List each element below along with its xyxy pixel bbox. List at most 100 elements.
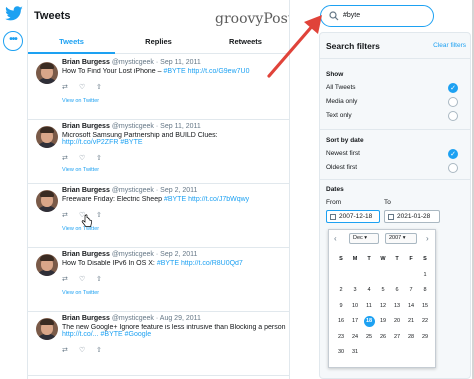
author-name[interactable]: Brian Burgess xyxy=(62,187,110,194)
year-select[interactable]: 2007 ▾ xyxy=(385,233,417,244)
hashtag-link[interactable]: #BYTE xyxy=(164,196,186,203)
hashtag-link[interactable]: #BYTE xyxy=(163,68,185,75)
calendar-day[interactable]: 22 xyxy=(418,314,432,330)
tweet-item[interactable]: Brian Burgess @mysticgeek · Sep 11, 2011… xyxy=(28,56,289,120)
view-on-twitter-link[interactable]: View on Twitter xyxy=(62,290,99,296)
tweet-date[interactable]: · Sep 11, 2011 xyxy=(156,123,201,130)
calendar-day[interactable]: 9 xyxy=(334,299,348,315)
tweet-item[interactable]: Brian Burgess @mysticgeek · Sep 2, 2011 … xyxy=(28,184,289,248)
option-media-only[interactable]: Media only xyxy=(326,97,464,109)
share-icon[interactable]: ⇧ xyxy=(96,154,113,162)
calendar-day[interactable]: 19 xyxy=(376,314,390,330)
calendar-day[interactable]: 25 xyxy=(362,330,376,346)
radio-unchecked-icon[interactable] xyxy=(448,97,458,107)
tweet-link[interactable]: http://t.co/... xyxy=(62,331,99,338)
calendar-day[interactable]: 28 xyxy=(404,330,418,346)
radio-checked-icon[interactable]: ✓ xyxy=(448,149,458,159)
avatar[interactable] xyxy=(36,318,58,340)
to-date-input[interactable]: 2021-01-28 xyxy=(384,210,440,223)
calendar-day[interactable]: 5 xyxy=(376,283,390,299)
tweet-date[interactable]: · Sep 2, 2011 xyxy=(156,251,198,258)
option-text-only[interactable]: Text only xyxy=(326,111,464,123)
calendar-day[interactable]: 11 xyxy=(362,299,376,315)
calendar-day[interactable]: 30 xyxy=(334,345,348,361)
prev-month-button[interactable]: ‹ xyxy=(334,234,337,243)
month-select[interactable]: Dec ▾ xyxy=(349,233,379,244)
calendar-day[interactable]: 2 xyxy=(334,283,348,299)
hashtag-link[interactable]: #BYTE #Google xyxy=(101,331,152,338)
hashtag-link[interactable]: #BYTE xyxy=(157,260,179,267)
tweet-date[interactable]: · Aug 29, 2011 xyxy=(156,315,201,322)
radio-checked-icon[interactable]: ✓ xyxy=(448,83,458,93)
retweet-icon[interactable]: ⇄ xyxy=(62,83,79,91)
option-oldest-first[interactable]: Oldest first xyxy=(326,163,464,175)
tweet-date[interactable]: · Sep 11, 2011 xyxy=(156,59,201,66)
avatar[interactable] xyxy=(36,254,58,276)
calendar-day[interactable]: 21 xyxy=(404,314,418,330)
share-icon[interactable]: ⇧ xyxy=(96,275,113,283)
tweet-link[interactable]: http://t.co/G9ew7U0 xyxy=(188,68,250,75)
retweet-icon[interactable]: ⇄ xyxy=(62,154,79,162)
calendar-day[interactable]: 3 xyxy=(348,283,362,299)
calendar-day[interactable]: 26 xyxy=(376,330,390,346)
radio-unchecked-icon[interactable] xyxy=(448,163,458,173)
calendar-day[interactable]: 10 xyxy=(348,299,362,315)
like-icon[interactable]: ♡ xyxy=(79,275,96,283)
calendar-day[interactable]: 4 xyxy=(362,283,376,299)
author-name[interactable]: Brian Burgess xyxy=(62,59,110,66)
calendar-day[interactable]: 29 xyxy=(418,330,432,346)
from-date-input[interactable]: 2007-12-18 xyxy=(326,210,380,223)
avatar[interactable] xyxy=(36,126,58,148)
like-icon[interactable]: ♡ xyxy=(79,154,96,162)
tweet-item[interactable]: Brian Burgess @mysticgeek · Aug 29, 2011… xyxy=(28,312,289,376)
author-handle[interactable]: @mysticgeek xyxy=(112,187,154,194)
tweet-item[interactable]: Brian Burgess @mysticgeek · Sep 2, 2011 … xyxy=(28,248,289,312)
like-icon[interactable]: ♡ xyxy=(79,346,96,354)
calendar-day[interactable]: 12 xyxy=(376,299,390,315)
tweet-link[interactable]: http://t.co/R8U0Qd7 xyxy=(181,260,243,267)
share-icon[interactable]: ⇧ xyxy=(96,211,113,219)
calendar-day[interactable]: 1 xyxy=(418,268,432,284)
next-month-button[interactable]: › xyxy=(426,234,429,243)
author-handle[interactable]: @mysticgeek xyxy=(112,123,154,130)
clear-filters-link[interactable]: Clear filters xyxy=(433,42,466,49)
calendar-day[interactable]: 8 xyxy=(418,283,432,299)
calendar-day[interactable]: 14 xyxy=(404,299,418,315)
calendar-day[interactable]: 6 xyxy=(390,283,404,299)
radio-unchecked-icon[interactable] xyxy=(448,111,458,121)
calendar-day[interactable]: 13 xyxy=(390,299,404,315)
avatar[interactable] xyxy=(36,190,58,212)
calendar-day[interactable]: 24 xyxy=(348,330,362,346)
calendar-day[interactable]: 31 xyxy=(348,345,362,361)
author-handle[interactable]: @mysticgeek xyxy=(112,59,154,66)
share-icon[interactable]: ⇧ xyxy=(96,346,113,354)
tab-replies[interactable]: Replies xyxy=(115,30,202,54)
calendar-day[interactable]: 7 xyxy=(404,283,418,299)
view-on-twitter-link[interactable]: View on Twitter xyxy=(62,167,99,173)
calendar-day[interactable]: 27 xyxy=(390,330,404,346)
option-all-tweets[interactable]: All Tweets ✓ xyxy=(326,83,464,95)
tweet-item[interactable]: Brian Burgess @mysticgeek · Sep 11, 2011… xyxy=(28,120,289,184)
author-name[interactable]: Brian Burgess xyxy=(62,315,110,322)
retweet-icon[interactable]: ⇄ xyxy=(62,346,79,354)
more-options-icon[interactable]: ••• xyxy=(3,31,23,51)
author-handle[interactable]: @mysticgeek xyxy=(112,251,154,258)
calendar-day[interactable]: 16 xyxy=(334,314,348,330)
author-handle[interactable]: @mysticgeek xyxy=(112,315,154,322)
calendar-day[interactable]: 23 xyxy=(334,330,348,346)
tab-tweets[interactable]: Tweets xyxy=(28,30,115,54)
option-newest-first[interactable]: Newest first ✓ xyxy=(326,149,464,161)
tweet-link[interactable]: http://t.co/vP2ZFR xyxy=(62,139,118,146)
calendar-day[interactable]: 18 xyxy=(362,314,376,330)
retweet-icon[interactable]: ⇄ xyxy=(62,275,79,283)
calendar-day[interactable]: 17 xyxy=(348,314,362,330)
retweet-icon[interactable]: ⇄ xyxy=(62,211,79,219)
calendar-day[interactable]: 20 xyxy=(390,314,404,330)
author-name[interactable]: Brian Burgess xyxy=(62,251,110,258)
share-icon[interactable]: ⇧ xyxy=(96,83,113,91)
view-on-twitter-link[interactable]: View on Twitter xyxy=(62,98,99,104)
search-input[interactable]: #byte xyxy=(320,5,434,27)
twitter-bird-icon[interactable] xyxy=(4,6,24,22)
author-name[interactable]: Brian Burgess xyxy=(62,123,110,130)
hashtag-link[interactable]: #BYTE xyxy=(120,139,142,146)
